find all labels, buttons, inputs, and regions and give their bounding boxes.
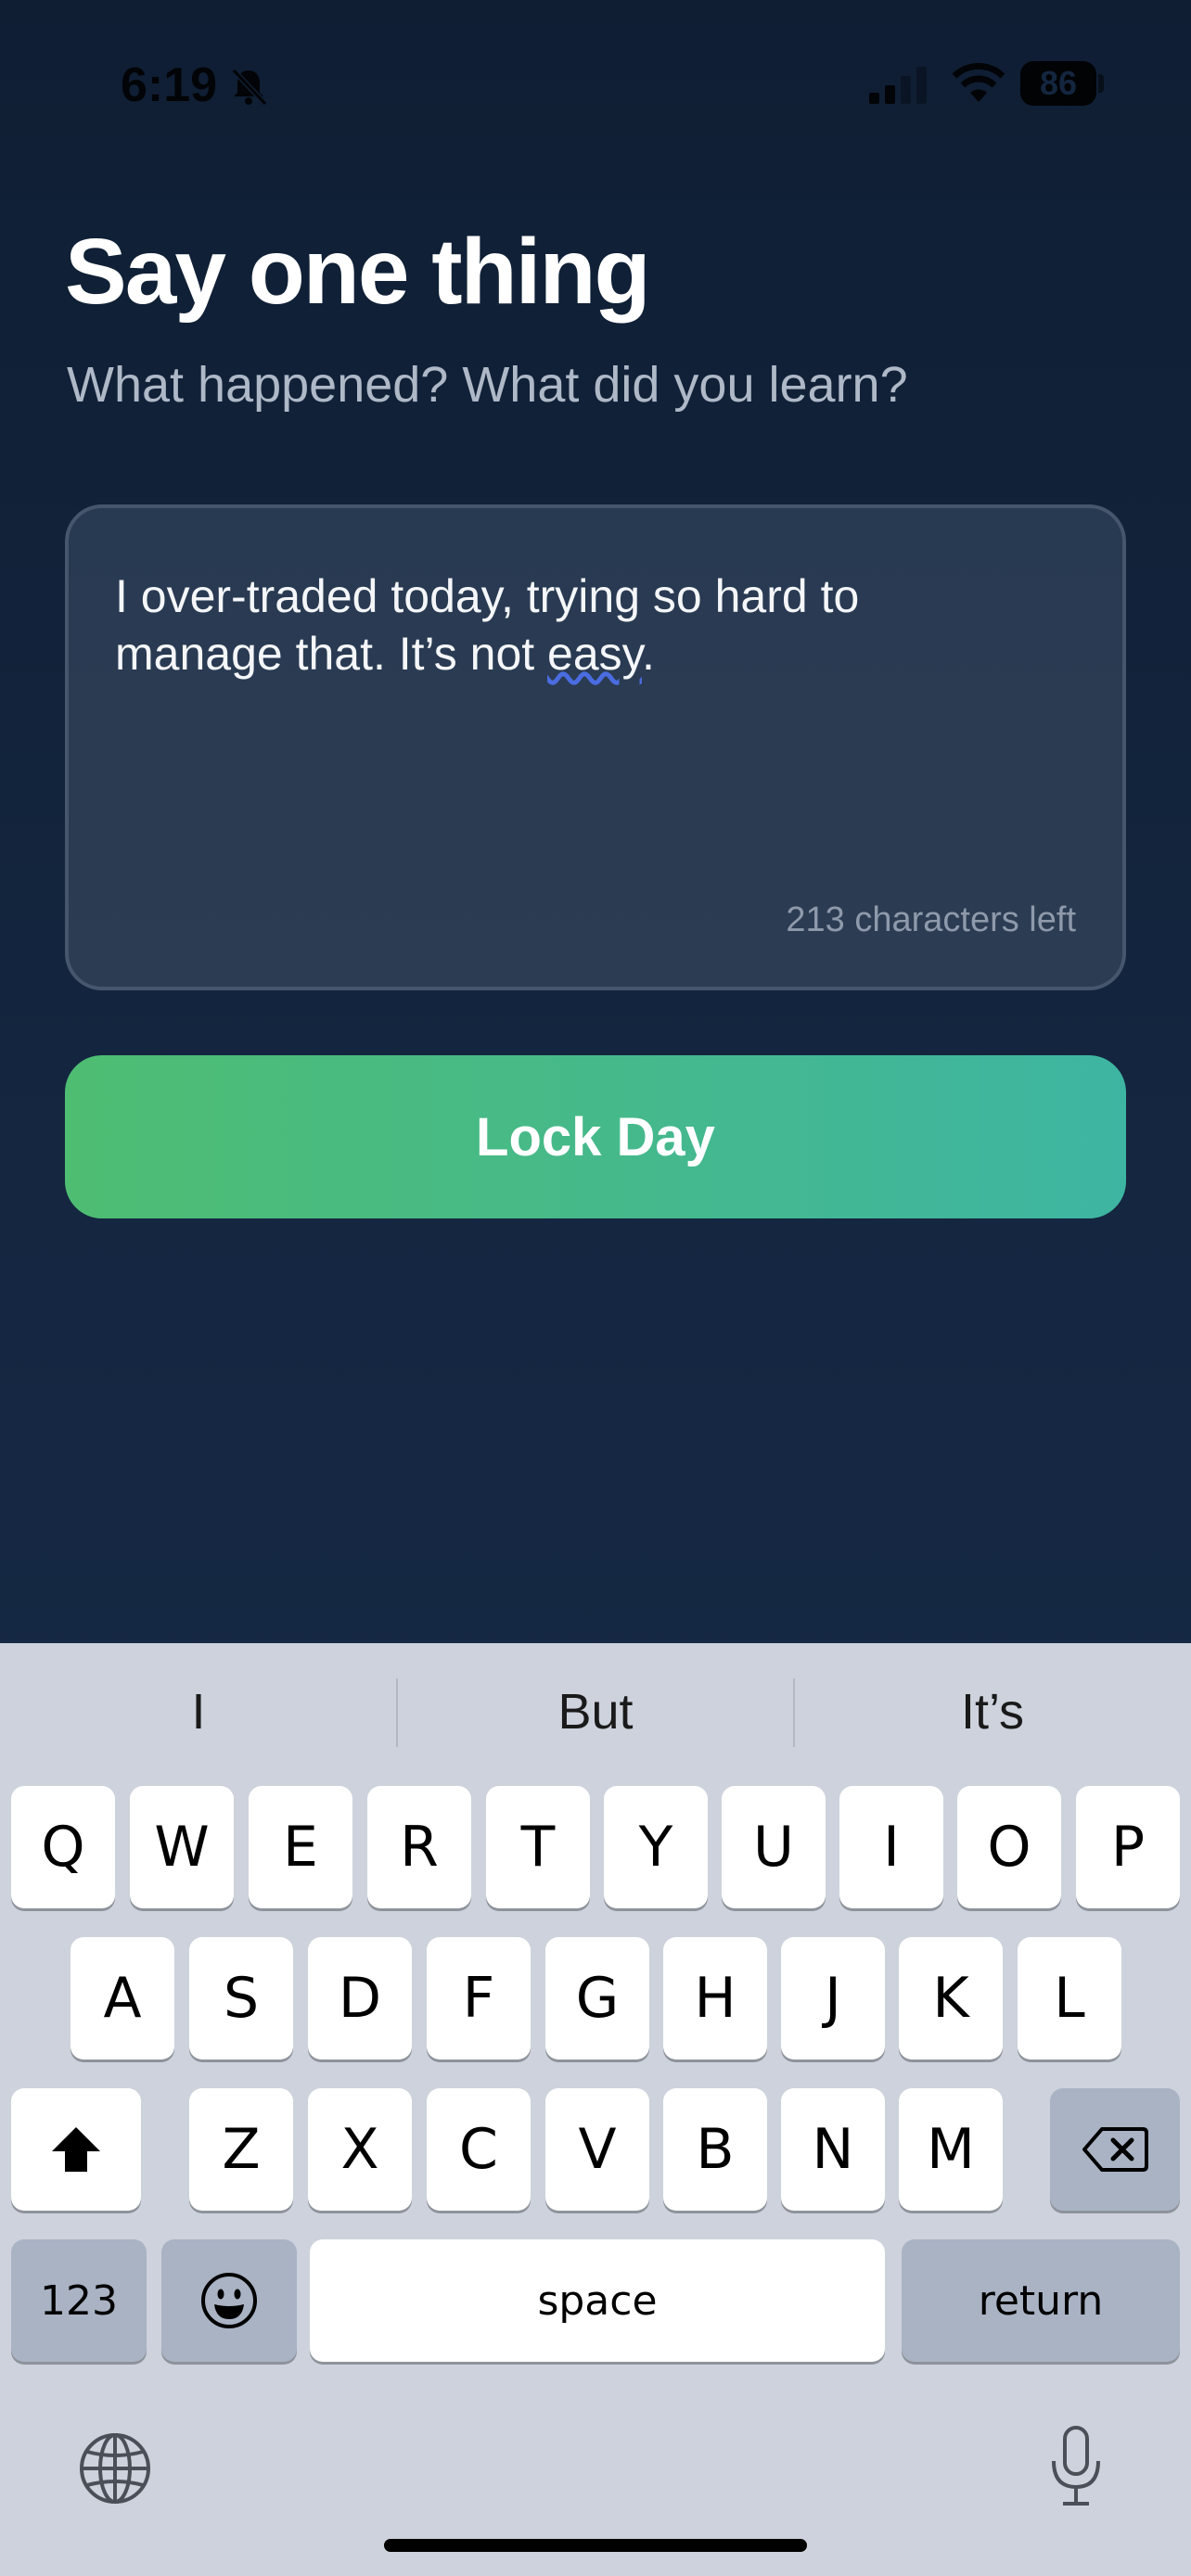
key-p[interactable]: P [1076,1786,1180,1908]
key-b[interactable]: B [663,2088,767,2211]
key-w[interactable]: W [130,1786,234,1908]
page-title: Say one thing [65,220,651,324]
key-v[interactable]: V [545,2088,649,2211]
key-x[interactable]: X [308,2088,412,2211]
key-j[interactable]: J [781,1937,885,2060]
key-l[interactable]: L [1018,1937,1121,2060]
key-a[interactable]: A [70,1937,174,2060]
backspace-icon [1082,2127,1148,2172]
emoji-key[interactable] [161,2239,297,2362]
silent-bell-icon [231,68,268,107]
home-indicator [384,2539,807,2552]
battery-indicator: 86 [1020,61,1104,106]
key-z[interactable]: Z [189,2088,293,2211]
status-bar: 6:19 86 [0,0,1191,167]
battery-level: 86 [1039,64,1078,102]
cellular-signal-icon [869,67,927,104]
key-n[interactable]: N [781,2088,885,2211]
microphone-icon[interactable] [1048,2424,1104,2509]
key-q[interactable]: Q [11,1786,115,1908]
page-subtitle: What happened? What did you learn? [67,357,908,413]
key-k[interactable]: K [899,1937,1003,2060]
key-i[interactable]: I [839,1786,943,1908]
key-s[interactable]: S [189,1937,293,2060]
return-key[interactable]: return [902,2239,1180,2362]
space-key[interactable]: space [310,2239,885,2362]
status-time: 6:19 [121,58,218,112]
wifi-icon [952,62,1005,102]
characters-left-counter: 213 characters left [786,900,1076,939]
key-r[interactable]: R [367,1786,471,1908]
key-h[interactable]: H [663,1937,767,2060]
predictive-bar: I But It’s [0,1643,1191,1782]
entry-text[interactable]: I over-traded today, trying so hard to m… [115,567,1005,682]
lock-day-button[interactable]: Lock Day [65,1055,1126,1218]
entry-textarea[interactable]: I over-traded today, trying so hard to m… [65,504,1126,990]
autocorrect-underline: easy [547,628,642,680]
shift-icon [52,2127,100,2172]
key-d[interactable]: D [308,1937,412,2060]
key-f[interactable]: F [427,1937,531,2060]
delete-key[interactable] [1050,2088,1180,2211]
key-y[interactable]: Y [604,1786,708,1908]
key-o[interactable]: O [957,1786,1061,1908]
suggestion-1[interactable]: I [0,1675,397,1749]
suggestion-2[interactable]: But [397,1675,794,1749]
emoji-icon [201,2273,257,2328]
key-g[interactable]: G [545,1937,649,2060]
key-m[interactable]: M [899,2088,1003,2211]
suggestion-3[interactable]: It’s [794,1675,1191,1749]
numbers-key[interactable]: 123 [11,2239,147,2362]
key-e[interactable]: E [249,1786,352,1908]
key-t[interactable]: T [486,1786,590,1908]
key-u[interactable]: U [722,1786,826,1908]
shift-key[interactable] [11,2088,141,2211]
globe-icon[interactable] [76,2429,154,2507]
key-c[interactable]: C [427,2088,531,2211]
